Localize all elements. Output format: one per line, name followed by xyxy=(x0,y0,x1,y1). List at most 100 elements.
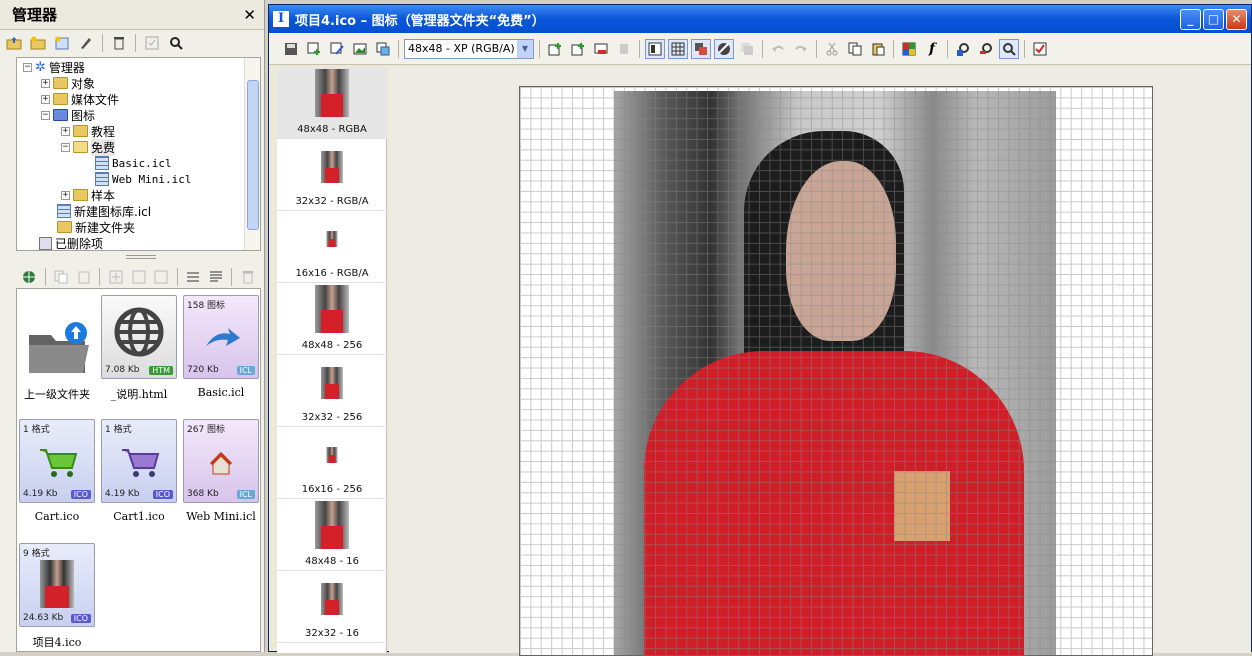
layers-disabled-icon[interactable] xyxy=(737,39,757,59)
tree-node-media[interactable]: + 媒体文件 xyxy=(41,91,119,107)
arrow-icon xyxy=(206,328,240,346)
format-item[interactable]: 48x48 - 256 xyxy=(277,283,387,355)
format-item[interactable]: 32x32 - 16 xyxy=(277,571,387,643)
save-icon[interactable] xyxy=(281,39,301,59)
collapse-icon[interactable]: − xyxy=(23,62,32,72)
new-folder-icon[interactable] xyxy=(28,33,48,53)
expand-icon[interactable]: + xyxy=(61,126,70,136)
zoom-in-icon[interactable] xyxy=(953,39,973,59)
icon-library-icon xyxy=(95,172,109,186)
sort-icon[interactable] xyxy=(207,267,226,287)
maximize-button[interactable]: □ xyxy=(1203,8,1224,30)
format-thumb xyxy=(315,285,349,333)
format-item[interactable]: 16x16 - 256 xyxy=(277,427,387,499)
tree-node-samples[interactable]: + 样本 xyxy=(61,187,115,203)
toolbar-separator xyxy=(816,39,817,58)
file-name: _说明.html xyxy=(110,388,168,401)
file-item-parent-folder[interactable]: 上一级文件夹 xyxy=(17,295,97,402)
new-format-icon[interactable] xyxy=(304,39,324,59)
panel-splitter[interactable] xyxy=(16,252,261,262)
file-item-project4[interactable]: 9 格式 24.63 Kb ICO 项目4.ico xyxy=(17,543,97,650)
tree-node-icons[interactable]: − 图标 xyxy=(41,107,95,123)
export-icon[interactable] xyxy=(129,267,148,287)
properties-disabled-icon[interactable] xyxy=(614,39,634,59)
paste-icon[interactable] xyxy=(868,39,888,59)
cut-icon[interactable] xyxy=(822,39,842,59)
add-image-icon[interactable] xyxy=(545,39,565,59)
pixel-canvas[interactable] xyxy=(519,86,1153,656)
toolbar-separator xyxy=(176,268,178,286)
format-item[interactable]: 16x16 - RGB/A xyxy=(277,211,387,283)
tree-scrollbar[interactable] xyxy=(244,58,260,250)
tree-node-tutorial[interactable]: + 教程 xyxy=(61,123,115,139)
scroll-thumb[interactable] xyxy=(247,80,259,230)
tree-node-deleted[interactable]: 已删除项 xyxy=(39,235,103,250)
splitter-grip[interactable] xyxy=(126,255,156,259)
import-icon[interactable] xyxy=(152,267,171,287)
edit-format-icon[interactable] xyxy=(327,39,347,59)
chevron-down-icon[interactable]: ▼ xyxy=(517,39,533,58)
format-item[interactable]: 32x32 - 256 xyxy=(277,355,387,427)
delete-image-icon[interactable] xyxy=(591,39,611,59)
file-item-webmini[interactable]: 267 图标 368 Kb ICL Web Mini.icl xyxy=(181,419,261,523)
tree-node-new-library[interactable]: 新建图标库.icl xyxy=(57,203,151,219)
expand-icon[interactable]: + xyxy=(41,78,50,88)
expand-icon[interactable]: + xyxy=(41,94,50,104)
rename-icon[interactable] xyxy=(76,33,96,53)
format-item[interactable]: 48x48 - RGBA xyxy=(277,67,387,139)
import-image-icon[interactable] xyxy=(373,39,393,59)
zoom-fit-icon[interactable] xyxy=(999,38,1019,59)
paste-icon[interactable] xyxy=(75,267,94,287)
tree-node-free[interactable]: − 免费 xyxy=(61,138,116,156)
format-label: 32x32 - 16 xyxy=(304,628,360,639)
undo-icon[interactable] xyxy=(768,39,788,59)
check-icon[interactable] xyxy=(1030,39,1050,59)
background-icon[interactable] xyxy=(691,38,711,59)
collapse-icon[interactable]: − xyxy=(61,142,70,152)
add-all-images-icon[interactable] xyxy=(568,39,588,59)
tree-node-basic[interactable]: Basic.icl xyxy=(95,155,172,171)
properties-icon[interactable] xyxy=(142,33,162,53)
home-icon xyxy=(209,451,233,475)
collapse-icon[interactable]: − xyxy=(41,110,50,120)
copy-icon[interactable] xyxy=(52,267,71,287)
trash-icon[interactable] xyxy=(238,267,257,287)
file-item-readme[interactable]: 7.08 Kb HTM _说明.html xyxy=(99,295,179,402)
new-library-icon[interactable] xyxy=(52,33,72,53)
globe-download-icon[interactable] xyxy=(20,267,39,287)
manager-panel: 管理器 ✕ − ✲ 管理器 + 对象 + 媒体文件 − 图标 + 教程 − 免费 Basic.… xyxy=(0,0,265,652)
tree-node-manager[interactable]: − ✲ 管理器 xyxy=(23,59,85,75)
format-select[interactable]: 48x48 - XP (RGB/A) ▼ xyxy=(404,38,534,59)
tree-node-objects[interactable]: + 对象 xyxy=(41,75,95,91)
minimize-button[interactable]: _ xyxy=(1180,8,1201,30)
expand-icon[interactable]: + xyxy=(61,190,70,200)
image-icon[interactable] xyxy=(350,39,370,59)
view-list-icon[interactable] xyxy=(184,267,203,287)
redo-icon[interactable] xyxy=(791,39,811,59)
file-item-cart[interactable]: 1 格式 4.19 Kb ICO Cart.ico xyxy=(17,419,97,523)
file-size: 4.19 Kb xyxy=(105,489,140,499)
file-item-cart1[interactable]: 1 格式 4.19 Kb ICO Cart1.ico xyxy=(99,419,179,523)
search-icon[interactable] xyxy=(166,33,186,53)
manager-close-button[interactable]: ✕ xyxy=(243,6,256,24)
grid-icon[interactable] xyxy=(668,38,688,59)
transparency-icon[interactable] xyxy=(714,38,734,59)
close-button[interactable]: ✕ xyxy=(1226,8,1247,30)
copy-icon[interactable] xyxy=(845,39,865,59)
format-item[interactable]: 32x32 - RGB/A xyxy=(277,139,387,211)
effects-icon[interactable]: f xyxy=(922,39,942,59)
file-item-basic-icl[interactable]: 158 图标 720 Kb ICL Basic.icl xyxy=(181,295,261,399)
preview-icon[interactable] xyxy=(645,38,665,59)
zoom-out-icon[interactable] xyxy=(976,39,996,59)
add-format-icon[interactable] xyxy=(106,267,125,287)
tree-node-new-folder[interactable]: 新建文件夹 xyxy=(57,219,135,235)
palette-icon[interactable] xyxy=(899,39,919,59)
folder-up-icon[interactable] xyxy=(4,33,24,53)
file-badge: ICO xyxy=(70,614,91,623)
tree-node-webmini[interactable]: Web Mini.icl xyxy=(95,171,191,187)
delete-icon[interactable] xyxy=(109,33,129,53)
format-label: 48x48 - RGBA xyxy=(297,124,367,135)
format-label: 48x48 - 16 xyxy=(304,556,360,567)
tree-label: Web Mini.icl xyxy=(112,172,192,186)
format-item[interactable]: 48x48 - 16 xyxy=(277,499,387,571)
